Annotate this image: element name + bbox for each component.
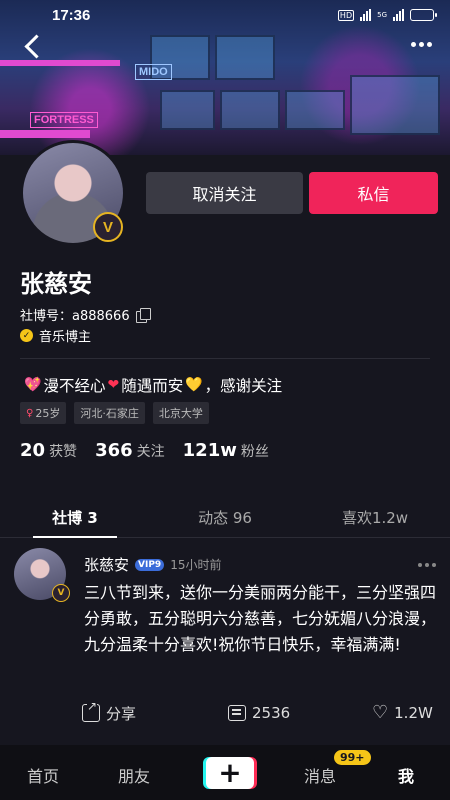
tab-posts[interactable]: 社博 3 bbox=[0, 500, 150, 538]
message-button[interactable]: 私信 bbox=[309, 172, 438, 214]
heart-outline-icon: ♡ bbox=[372, 702, 389, 723]
nav-messages[interactable]: 消息 bbox=[304, 763, 336, 787]
status-bar: 17:36 HD 5G bbox=[0, 0, 450, 30]
tab-likes[interactable]: 喜欢1.2w bbox=[300, 500, 450, 537]
messages-badge: 99+ bbox=[334, 750, 371, 765]
comment-count: 2536 bbox=[252, 704, 291, 722]
profile-role-row: ✓ 音乐博主 bbox=[20, 326, 91, 345]
profile-id: 社博号：a888666 bbox=[20, 309, 130, 324]
heart-icon: 💛 bbox=[185, 377, 203, 393]
signal-icon bbox=[393, 9, 404, 21]
profile-tabs: 社博 3 动态 96 喜欢1.2w bbox=[0, 500, 450, 538]
banner-neon-sign: MIDO bbox=[135, 64, 172, 80]
share-label: 分享 bbox=[106, 704, 137, 723]
nav-me[interactable]: 我 bbox=[398, 763, 414, 787]
banner-neon-bar bbox=[0, 60, 120, 66]
stat-value: 121w bbox=[182, 440, 237, 461]
hd-icon: HD bbox=[337, 9, 355, 21]
unfollow-button[interactable]: 取消关注 bbox=[146, 172, 303, 214]
nav-friends[interactable]: 朋友 bbox=[118, 763, 150, 787]
plus-icon: + bbox=[218, 756, 242, 789]
post-card[interactable]: V 张慈安 VIP9 15小时前 三八节到来，送你一分美丽两分能干，三分坚强四分… bbox=[0, 538, 450, 738]
verified-badge-icon: V bbox=[93, 212, 123, 242]
profile-tags: ♀ 25岁 河北·石家庄 北京大学 bbox=[20, 402, 209, 424]
banner-window bbox=[350, 75, 440, 135]
banner-neon-sign: FORTRESS bbox=[30, 112, 98, 128]
bio-text: 漫不经心 bbox=[43, 377, 106, 395]
tag-label: 河北·石家庄 bbox=[80, 407, 139, 420]
heart-icon: 💖 bbox=[24, 377, 42, 393]
stat-label: 获赞 bbox=[49, 444, 78, 460]
tag-label: 25岁 bbox=[35, 407, 61, 420]
vip-badge: VIP9 bbox=[135, 558, 165, 571]
tag-school: 北京大学 bbox=[152, 402, 209, 424]
bio-text: ，感谢关注 bbox=[204, 377, 283, 395]
signal-icon bbox=[360, 9, 372, 21]
more-options-icon[interactable] bbox=[411, 42, 432, 47]
share-button[interactable]: 分享 bbox=[82, 699, 137, 724]
post-more-icon[interactable] bbox=[418, 563, 436, 567]
profile-name: 张慈安 bbox=[20, 270, 92, 298]
person-icon: ♀ bbox=[26, 407, 34, 419]
stat-following[interactable]: 366 关注 bbox=[95, 440, 165, 461]
divider bbox=[20, 358, 430, 359]
post-text[interactable]: 三八节到来，送你一分美丽两分能干，三分坚强四分勇敢，五分聪明六分慈善，七分妩媚八… bbox=[84, 580, 440, 658]
heart-icon: ❤ bbox=[107, 377, 120, 393]
bottom-nav: 首页 朋友 + 消息 99+ 我 bbox=[0, 745, 450, 800]
comment-button[interactable]: 2536 bbox=[228, 704, 290, 722]
post-actions: 分享 2536 ♡ 1.2W bbox=[0, 699, 450, 726]
stat-label: 粉丝 bbox=[240, 444, 269, 460]
profile-stats: 20 获赞 366 关注 121w 粉丝 bbox=[20, 440, 269, 461]
comment-icon bbox=[228, 705, 246, 721]
stat-followers[interactable]: 121w 粉丝 bbox=[183, 440, 269, 461]
battery-icon bbox=[410, 9, 437, 21]
back-arrow-icon[interactable] bbox=[20, 32, 50, 62]
profile-bio: 💖 漫不经心 ❤ 随遇而安 💛 ，感谢关注 bbox=[24, 374, 282, 396]
tag-age: ♀ 25岁 bbox=[20, 402, 67, 424]
verified-badge-icon: V bbox=[52, 584, 70, 602]
create-post-button[interactable]: + bbox=[206, 757, 254, 789]
share-icon bbox=[82, 699, 100, 722]
post-author-row: 张慈安 VIP9 15小时前 bbox=[84, 554, 221, 575]
tag-label: 北京大学 bbox=[158, 407, 203, 420]
post-author[interactable]: 张慈安 bbox=[84, 554, 129, 575]
stat-value: 20 bbox=[20, 440, 46, 461]
check-icon: ✓ bbox=[20, 329, 33, 342]
tag-location: 河北·石家庄 bbox=[74, 402, 145, 424]
profile-id-row: 社博号：a888666 bbox=[20, 305, 151, 324]
stat-label: 关注 bbox=[136, 444, 165, 460]
bio-text: 随遇而安 bbox=[121, 377, 184, 395]
tab-activity[interactable]: 动态 96 bbox=[150, 500, 300, 537]
banner-window bbox=[160, 90, 215, 130]
banner-window bbox=[220, 90, 280, 130]
post-time: 15小时前 bbox=[170, 558, 222, 572]
profile-role: 音乐博主 bbox=[39, 330, 92, 345]
copy-icon[interactable] bbox=[135, 308, 151, 323]
status-time: 17:36 bbox=[52, 6, 91, 24]
like-count: 1.2W bbox=[394, 704, 433, 722]
banner-neon-bar bbox=[0, 130, 90, 138]
stat-value: 366 bbox=[95, 440, 133, 461]
network-label: 5G bbox=[377, 10, 387, 19]
stat-likes[interactable]: 20 获赞 bbox=[20, 440, 77, 461]
nav-home[interactable]: 首页 bbox=[27, 763, 59, 787]
banner-window bbox=[285, 90, 345, 130]
banner-window bbox=[215, 35, 275, 80]
like-button[interactable]: ♡ 1.2W bbox=[372, 702, 433, 723]
